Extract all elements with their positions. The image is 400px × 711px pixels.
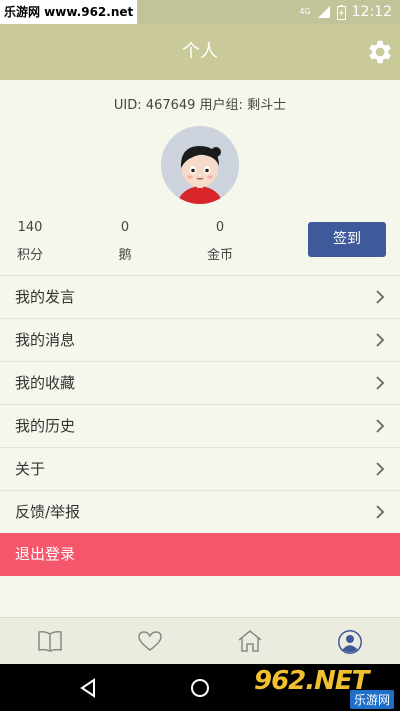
menu-item-about[interactable]: 关于 xyxy=(0,447,400,490)
cartoon-girl-avatar xyxy=(161,126,239,204)
chevron-right-icon xyxy=(376,376,385,390)
coins-value: 0 xyxy=(215,220,225,235)
home-nav-icon[interactable] xyxy=(188,676,212,700)
points-value: 140 xyxy=(17,220,43,235)
menu-list: 我的发言 我的消息 我的收藏 我的历史 关于 反馈/举报 xyxy=(0,275,400,533)
bottom-tab-bar xyxy=(0,617,400,664)
heart-icon xyxy=(138,631,162,651)
watermark-top: 乐游网 www.962.net xyxy=(0,0,138,24)
menu-item-my-messages[interactable]: 我的消息 xyxy=(0,318,400,361)
menu-item-label: 我的历史 xyxy=(15,417,76,435)
stat-goose: 0 鹅 xyxy=(95,220,155,263)
gear-icon[interactable] xyxy=(364,37,394,67)
tab-favorites[interactable] xyxy=(100,618,200,665)
back-icon[interactable] xyxy=(76,676,100,700)
menu-item-label: 我的发言 xyxy=(15,288,76,306)
goose-value: 0 xyxy=(120,220,130,235)
user-icon xyxy=(338,630,362,654)
uid-line: UID: 467649 用户组: 剩斗士 xyxy=(113,98,287,113)
menu-item-label: 我的收藏 xyxy=(15,374,76,392)
tab-read[interactable] xyxy=(0,618,100,665)
chevron-right-icon xyxy=(376,462,385,476)
chevron-right-icon xyxy=(376,290,385,304)
menu-item-label: 关于 xyxy=(15,460,46,478)
avatar[interactable] xyxy=(161,126,239,204)
title-bar: 个人 xyxy=(0,24,400,80)
watermark-bottom: 962.NET 乐游网 xyxy=(254,666,394,710)
menu-item-label: 反馈/举报 xyxy=(15,503,81,521)
menu-item-my-posts[interactable]: 我的发言 xyxy=(0,275,400,318)
logout-label: 退出登录 xyxy=(15,545,76,563)
page-title: 个人 xyxy=(182,41,218,62)
book-icon xyxy=(38,631,62,652)
tab-home[interactable] xyxy=(200,618,300,665)
chevron-right-icon xyxy=(376,333,385,347)
goose-label: 鹅 xyxy=(118,248,132,263)
logout-button[interactable]: 退出登录 xyxy=(0,533,400,576)
status-bar: 乐游网 www.962.net 4G 12:12 xyxy=(0,0,400,24)
status-icons: 4G 12:12 xyxy=(299,0,392,24)
menu-item-my-history[interactable]: 我的历史 xyxy=(0,404,400,447)
menu-item-feedback[interactable]: 反馈/举报 xyxy=(0,490,400,533)
signal-icon xyxy=(317,6,330,18)
checkin-button[interactable]: 签到 xyxy=(308,222,386,257)
tab-profile[interactable] xyxy=(300,618,400,665)
stat-points: 140 积分 xyxy=(0,220,60,263)
menu-item-label: 我的消息 xyxy=(15,331,76,349)
battery-icon xyxy=(336,4,346,20)
chevron-right-icon xyxy=(376,419,385,433)
points-label: 积分 xyxy=(16,248,43,263)
stat-coins: 0 金币 xyxy=(190,220,250,263)
watermark-small: 乐游网 xyxy=(349,690,394,709)
clock: 12:12 xyxy=(351,4,392,20)
chevron-right-icon xyxy=(376,505,385,519)
home-icon xyxy=(238,630,262,652)
menu-item-my-favorites[interactable]: 我的收藏 xyxy=(0,361,400,404)
network-indicator: 4G xyxy=(299,7,311,16)
coins-label: 金币 xyxy=(206,248,233,263)
